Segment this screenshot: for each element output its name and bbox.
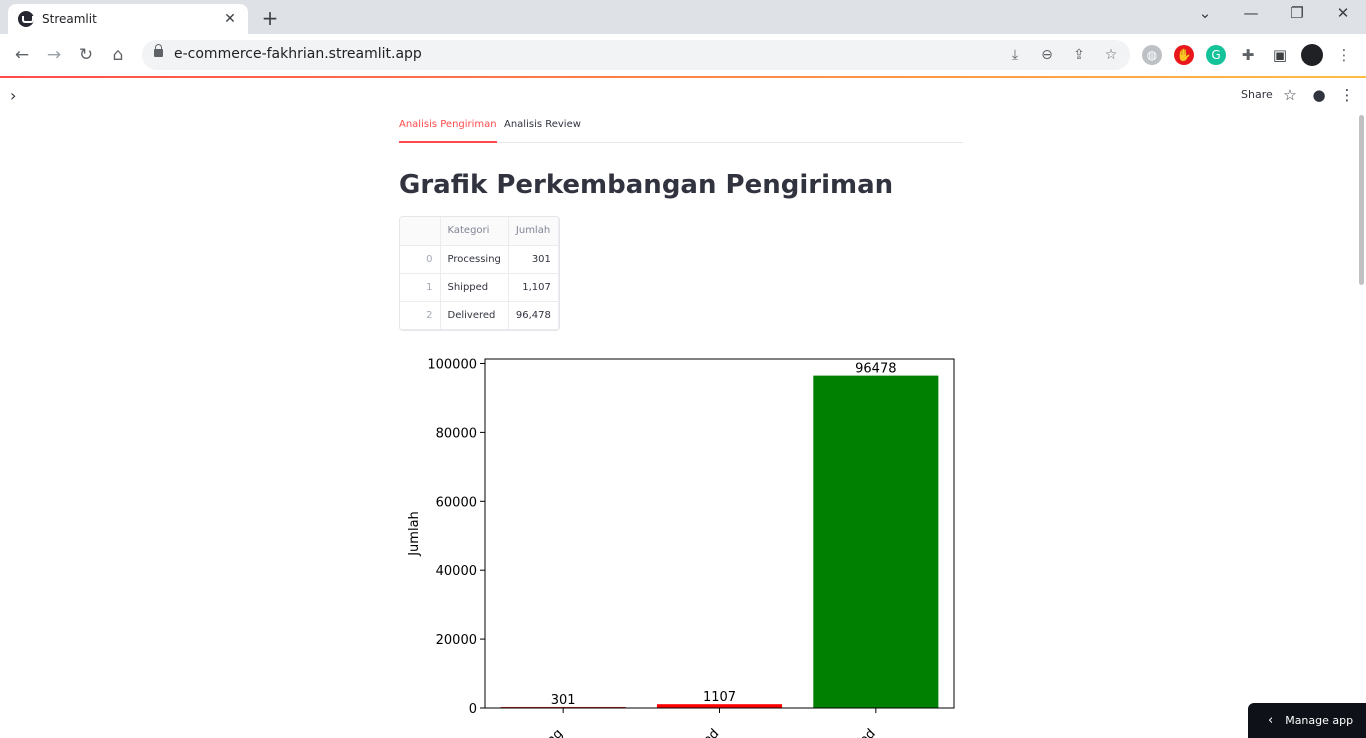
globe-extension-icon[interactable]: ◍ <box>1142 45 1162 65</box>
bookmark-star-icon[interactable]: ☆ <box>1101 45 1121 65</box>
cell-jumlah[interactable]: 301 <box>508 245 559 274</box>
tab-analisis-review[interactable]: Analisis Review <box>504 119 581 143</box>
dataframe[interactable]: Kategori Jumlah 0 Processing 301 1 Shipp… <box>399 216 560 331</box>
tab-analisis-pengiriman[interactable]: Analisis Pengiriman <box>399 119 497 143</box>
sidebar-expand-chevron-icon[interactable]: › <box>10 86 16 105</box>
browser-menu-icon[interactable]: ⋮ <box>1334 45 1354 65</box>
browser-tab-title: Streamlit <box>42 12 97 26</box>
close-tab-icon[interactable]: ✕ <box>222 11 238 27</box>
y-tick-label: 80000 <box>436 426 477 441</box>
streamlit-favicon-icon <box>18 11 34 27</box>
lock-icon <box>154 44 163 57</box>
cell-kategori[interactable]: Delivered <box>440 301 509 330</box>
column-header-kategori[interactable]: Kategori <box>440 217 509 246</box>
page-scrollbar[interactable] <box>1359 115 1364 285</box>
data-label: 301 <box>551 693 576 708</box>
data-label: 1107 <box>703 690 736 705</box>
adblock-extension-icon[interactable]: ✋ <box>1174 45 1194 65</box>
browser-tab[interactable]: Streamlit ✕ <box>8 4 248 34</box>
grammarly-extension-icon[interactable]: G <box>1206 45 1226 65</box>
y-tick-label: 0 <box>469 702 477 717</box>
browser-toolbar: ← → ↻ ⌂ e-commerce-fakhrian.streamlit.ap… <box>0 34 1366 76</box>
manage-app-label: Manage app <box>1285 714 1354 727</box>
index-header <box>400 217 441 246</box>
chevron-left-icon: ‹ <box>1268 713 1274 728</box>
cell-jumlah[interactable]: 1,107 <box>508 273 559 302</box>
extensions-puzzle-icon[interactable]: ✚ <box>1238 45 1258 65</box>
row-index: 2 <box>400 301 441 330</box>
cell-kategori[interactable]: Processing <box>440 245 509 274</box>
y-axis-label: Jumlah <box>407 511 422 557</box>
home-icon[interactable]: ⌂ <box>106 43 130 67</box>
bar-chart: 301 sing 1107 ped 96478 ered 0 20000 40000 60000 8… <box>407 357 955 738</box>
streamlit-tabs: Analisis Pengiriman Analisis Review <box>399 116 963 143</box>
restore-icon[interactable]: ❐ <box>1282 4 1312 22</box>
minimize-icon[interactable]: — <box>1236 4 1266 22</box>
row-index: 1 <box>400 273 441 302</box>
new-tab-button[interactable]: + <box>258 6 282 30</box>
url-text[interactable]: e-commerce-fakhrian.streamlit.app <box>174 46 422 62</box>
cell-kategori[interactable]: Shipped <box>440 273 509 302</box>
row-index: 0 <box>400 245 441 274</box>
share-button[interactable]: Share <box>1241 88 1273 101</box>
favorite-star-icon[interactable]: ☆ <box>1281 86 1299 104</box>
y-tick-label: 40000 <box>436 564 477 579</box>
page-title: Grafik Perkembangan Pengiriman <box>399 170 894 200</box>
column-header-jumlah[interactable]: Jumlah <box>508 217 559 246</box>
y-tick-label: 100000 <box>427 357 477 372</box>
share-page-icon[interactable]: ⇪ <box>1069 45 1089 65</box>
cell-jumlah[interactable]: 96,478 <box>508 301 559 330</box>
github-icon[interactable]: ● <box>1310 86 1328 104</box>
zoom-icon[interactable]: ⊖ <box>1037 45 1057 65</box>
x-tick-label: sing <box>536 726 566 738</box>
forward-icon[interactable]: → <box>42 43 66 67</box>
main-menu-icon[interactable]: ⋮ <box>1338 86 1356 104</box>
table-row: 2 Delivered 96,478 <box>400 301 559 330</box>
manage-app-button[interactable]: ‹ Manage app <box>1248 703 1366 738</box>
y-tick-label: 60000 <box>436 495 477 510</box>
install-app-icon[interactable]: ⤓ <box>1005 45 1025 65</box>
streamlit-header: › Share ☆ ● ⋮ <box>0 78 1366 114</box>
side-panel-icon[interactable]: ▣ <box>1270 45 1290 65</box>
table-header-row: Kategori Jumlah <box>400 217 559 246</box>
x-tick-label: ped <box>694 726 722 738</box>
browser-tabstrip: Streamlit ✕ + ⌄ — ❐ ✕ <box>0 0 1366 34</box>
table-row: 0 Processing 301 <box>400 245 559 274</box>
back-icon[interactable]: ← <box>10 43 34 67</box>
reload-icon[interactable]: ↻ <box>74 43 98 67</box>
tab-search-icon[interactable]: ⌄ <box>1190 4 1220 22</box>
profile-avatar[interactable] <box>1301 44 1323 66</box>
y-tick-label: 20000 <box>436 633 477 648</box>
window-close-icon[interactable]: ✕ <box>1328 4 1358 22</box>
data-label: 96478 <box>855 362 896 377</box>
table-row: 1 Shipped 1,107 <box>400 273 559 302</box>
address-bar[interactable]: e-commerce-fakhrian.streamlit.app ⤓ ⊖ ⇪ … <box>142 40 1130 70</box>
bar <box>813 375 939 708</box>
x-tick-label: ered <box>847 726 878 738</box>
